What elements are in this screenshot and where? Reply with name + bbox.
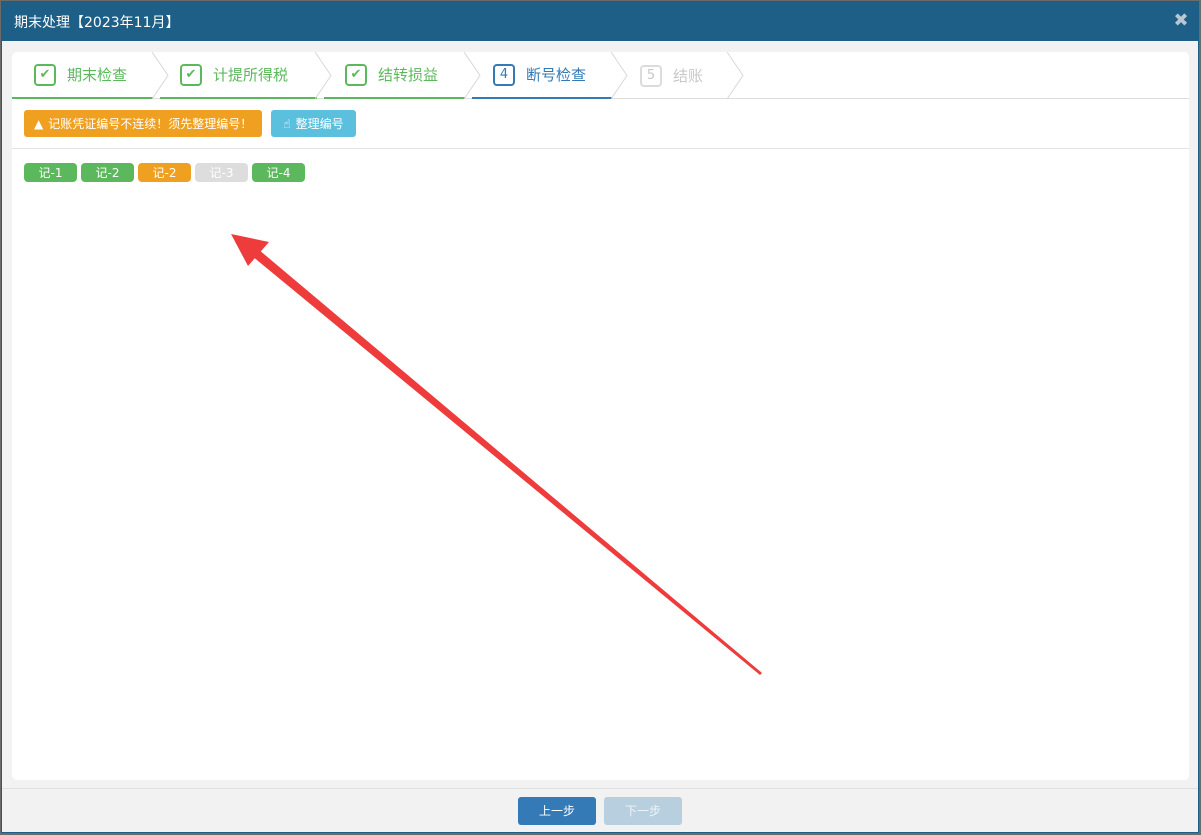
check-icon: ✔ [180, 63, 202, 86]
step-number-gap-check[interactable]: 4 断号检查 [472, 52, 612, 99]
voucher-tag[interactable]: 记-2 [81, 163, 134, 182]
step-period-check[interactable]: ✔ 期末检查 [12, 52, 153, 99]
previous-step-button[interactable]: 上一步 [518, 796, 596, 825]
step-label: 结账 [673, 67, 704, 85]
voucher-tag[interactable]: 记-4 [252, 163, 305, 182]
action-toolbar: ▲ 记账凭证编号不连续！须先整理编号！ ☝ 整理编号 [12, 99, 1189, 149]
voucher-tag-list: 记-1 记-2 记-2 记-3 记-4 [12, 149, 1189, 182]
voucher-tag[interactable]: 记-1 [24, 163, 77, 182]
chevron-divider-icon [727, 52, 744, 99]
check-icon: ✔ [34, 63, 56, 86]
step-label: 断号检查 [526, 66, 587, 84]
step-close-books[interactable]: 5 结账 [619, 52, 729, 99]
next-step-button[interactable]: 下一步 [604, 796, 682, 825]
step-number-box: 4 [493, 63, 515, 86]
dialog-titlebar: 期末处理【2023年11月】 ✖ [2, 2, 1198, 41]
close-icon[interactable]: ✖ [1172, 12, 1190, 30]
dialog-footer: 上一步 下一步 [2, 788, 1198, 832]
warning-icon: ▲ [34, 116, 44, 131]
hand-pointer-icon: ☝ [283, 116, 291, 131]
step-profit-loss-transfer[interactable]: ✔ 结转损益 [324, 52, 465, 99]
period-end-dialog: 期末处理【2023年11月】 ✖ ✔ 期末检查 ✔ 计提所得税 ✔ 结转损益 4… [1, 1, 1199, 833]
content-panel: ✔ 期末检查 ✔ 计提所得税 ✔ 结转损益 4 断号检查 5 结账 ▲ 记账凭证… [12, 52, 1189, 780]
step-label: 计提所得税 [213, 66, 289, 84]
reorganize-numbers-label: 整理编号 [295, 117, 344, 131]
warning-text: 记账凭证编号不连续！须先整理编号！ [48, 117, 253, 131]
step-number-box: 5 [640, 64, 662, 87]
step-label: 结转损益 [378, 66, 439, 84]
check-icon: ✔ [345, 63, 367, 86]
voucher-tag-duplicate[interactable]: 记-2 [138, 163, 191, 182]
step-label: 期末检查 [67, 66, 128, 84]
reorganize-numbers-button[interactable]: ☝ 整理编号 [271, 110, 356, 137]
dialog-title: 期末处理【2023年11月】 [14, 14, 180, 31]
step-income-tax[interactable]: ✔ 计提所得税 [160, 52, 317, 99]
step-wizard: ✔ 期末检查 ✔ 计提所得税 ✔ 结转损益 4 断号检查 5 结账 [12, 52, 1189, 99]
number-gap-warning: ▲ 记账凭证编号不连续！须先整理编号！ [24, 110, 263, 137]
voucher-tag-missing[interactable]: 记-3 [195, 163, 248, 182]
